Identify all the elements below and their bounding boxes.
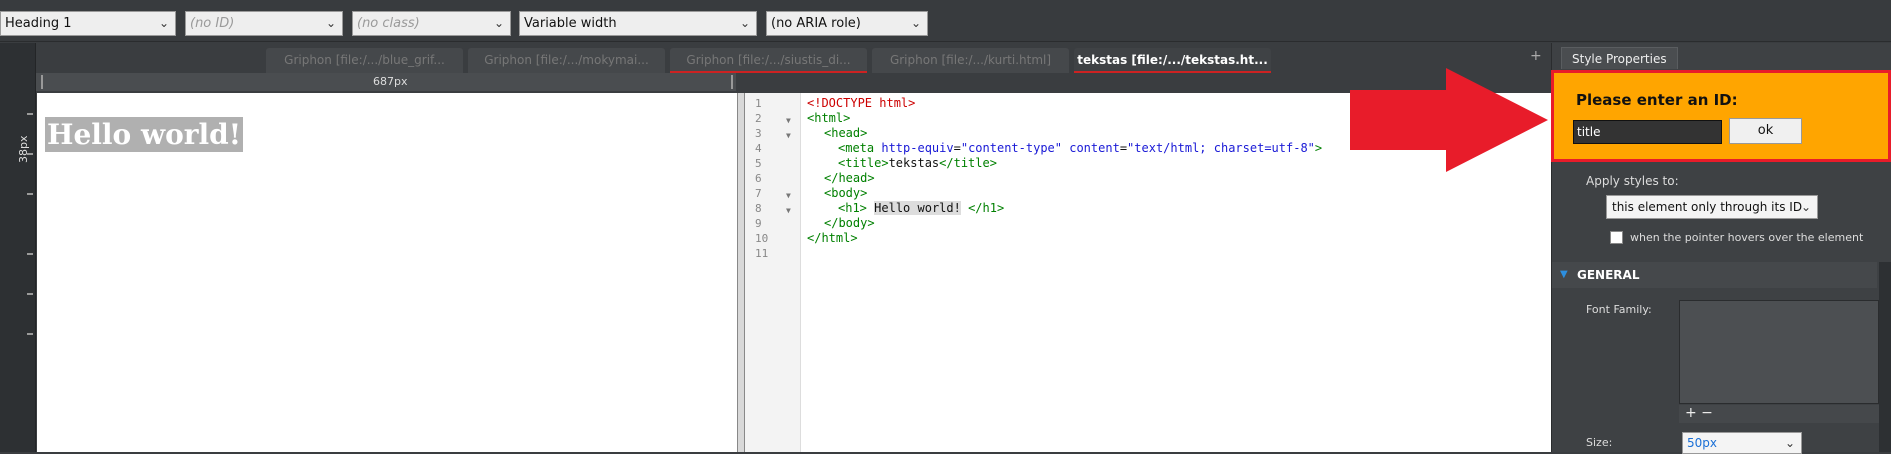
tab-mokymai[interactable]: Griphon [file:/.../mokymai... (468, 48, 665, 73)
section-general[interactable]: ▼ GENERAL (1552, 262, 1877, 288)
line-number: 3 (755, 127, 762, 140)
ruler-mark (41, 75, 43, 89)
ruler-tick (27, 293, 33, 295)
chevron-down-icon: ⌄ (158, 16, 169, 30)
top-toolbar: Heading 1 ⌄ (no ID) ⌄ (no class) ⌄ Varia… (0, 0, 1891, 42)
line-number: 8 (755, 202, 762, 215)
font-family-list[interactable] (1679, 300, 1879, 404)
ruler-tick (27, 193, 33, 195)
ok-button[interactable]: ok (1729, 118, 1802, 144)
width-value: Variable width (524, 16, 617, 31)
line-number: 9 (755, 217, 762, 230)
id-input[interactable] (1573, 120, 1722, 144)
tab-style-properties[interactable]: Style Properties (1561, 47, 1678, 69)
code-line-10: </html> (807, 231, 858, 245)
size-label: Size: (1586, 436, 1613, 449)
apply-styles-select[interactable]: this element only through its ID ⌄ (1606, 195, 1818, 219)
fold-arrow-icon[interactable]: ▼ (786, 206, 791, 215)
aria-role-value: (no ARIA role) (771, 16, 861, 31)
line-number: 1 (755, 97, 762, 110)
line-number: 4 (755, 142, 762, 155)
panel-scrollbar[interactable] (1879, 262, 1891, 452)
line-number-gutter: 1 2 3 4 5 6 7 8 9 10 11 ▼ ▼ ▼ ▼ (745, 93, 801, 452)
new-tab-plus-icon[interactable]: + (1530, 48, 1542, 64)
ruler-tick (27, 333, 33, 335)
width-select[interactable]: Variable width ⌄ (519, 11, 757, 36)
element-type-value: Heading 1 (5, 16, 72, 31)
tab-kurti[interactable]: Griphon [file:/.../kurti.html] (872, 48, 1069, 73)
id-prompt-box: Please enter an ID: ok (1551, 70, 1891, 162)
line-number: 11 (755, 247, 769, 260)
element-type-select[interactable]: Heading 1 ⌄ (0, 11, 176, 36)
fold-arrow-icon[interactable]: ▼ (786, 116, 791, 125)
design-view[interactable]: Hello world! (37, 93, 737, 452)
chevron-down-icon: ⌄ (493, 16, 504, 30)
tab-tekstas[interactable]: tekstas [file:/.../tekstas.ht... (1074, 48, 1271, 73)
line-number: 5 (755, 157, 762, 170)
tab-siustis[interactable]: Griphon [file:/.../siustis_di... (670, 48, 867, 73)
apply-styles-label: Apply styles to: (1586, 174, 1679, 188)
font-family-label: Font Family: (1586, 303, 1652, 316)
font-family-buttons[interactable]: + − (1679, 405, 1879, 423)
pointer-arrow-icon (1350, 68, 1548, 172)
line-number: 2 (755, 112, 762, 125)
code-line-4: <meta http-equiv="content-type" content=… (838, 141, 1323, 155)
code-line-1: <!DOCTYPE html> (807, 96, 916, 110)
width-label: 687px (373, 75, 408, 88)
line-number: 10 (755, 232, 769, 245)
document-tabs: Griphon [file:/.../blue_grif... Griphon … (36, 43, 1551, 73)
chevron-down-icon: ⌄ (910, 16, 921, 30)
class-placeholder: (no class) (357, 16, 420, 31)
chevron-down-icon: ⌄ (325, 16, 336, 30)
hover-checkbox[interactable] (1610, 231, 1623, 244)
ruler-tick (27, 113, 33, 115)
vertical-ruler: 38px (0, 43, 36, 452)
class-select[interactable]: (no class) ⌄ (352, 11, 511, 36)
code-line-3: <head> (824, 126, 868, 140)
id-prompt-label: Please enter an ID: (1576, 91, 1738, 109)
heading-hello-world[interactable]: Hello world! (45, 117, 244, 152)
id-placeholder: (no ID) (190, 16, 235, 31)
code-line-6: </head> (824, 171, 875, 185)
code-line-9: </body> (824, 216, 875, 230)
horizontal-ruler: 687px (36, 73, 736, 91)
split-handle[interactable] (737, 93, 745, 452)
fold-arrow-icon[interactable]: ▼ (786, 131, 791, 140)
fold-arrow-icon[interactable]: ▼ (786, 191, 791, 200)
chevron-down-icon: ⌄ (739, 16, 750, 30)
tab-blue-grif[interactable]: Griphon [file:/.../blue_grif... (266, 48, 463, 73)
size-select[interactable]: 50px ⌄ (1682, 432, 1802, 454)
aria-role-select[interactable]: (no ARIA role) ⌄ (766, 11, 928, 36)
code-line-7: <body> (824, 186, 868, 200)
code-line-8: <h1> Hello world! </h1> (838, 201, 1005, 215)
chevron-down-icon: ⌄ (1784, 436, 1795, 450)
id-select[interactable]: (no ID) ⌄ (185, 11, 343, 36)
height-label: 38px (17, 135, 30, 164)
triangle-down-icon: ▼ (1560, 269, 1568, 280)
apply-styles-value: this element only through its ID (1612, 200, 1803, 214)
code-line-2: <html> (807, 111, 851, 125)
size-value: 50px (1687, 436, 1717, 450)
line-number: 7 (755, 187, 762, 200)
ruler-tick (27, 253, 33, 255)
line-number: 6 (755, 172, 762, 185)
hover-label: when the pointer hovers over the element (1630, 231, 1864, 244)
ruler-mark (731, 75, 733, 89)
section-general-label: GENERAL (1577, 268, 1640, 282)
code-line-5: <title>tekstas</title> (838, 156, 997, 170)
chevron-down-icon: ⌄ (1800, 200, 1811, 214)
